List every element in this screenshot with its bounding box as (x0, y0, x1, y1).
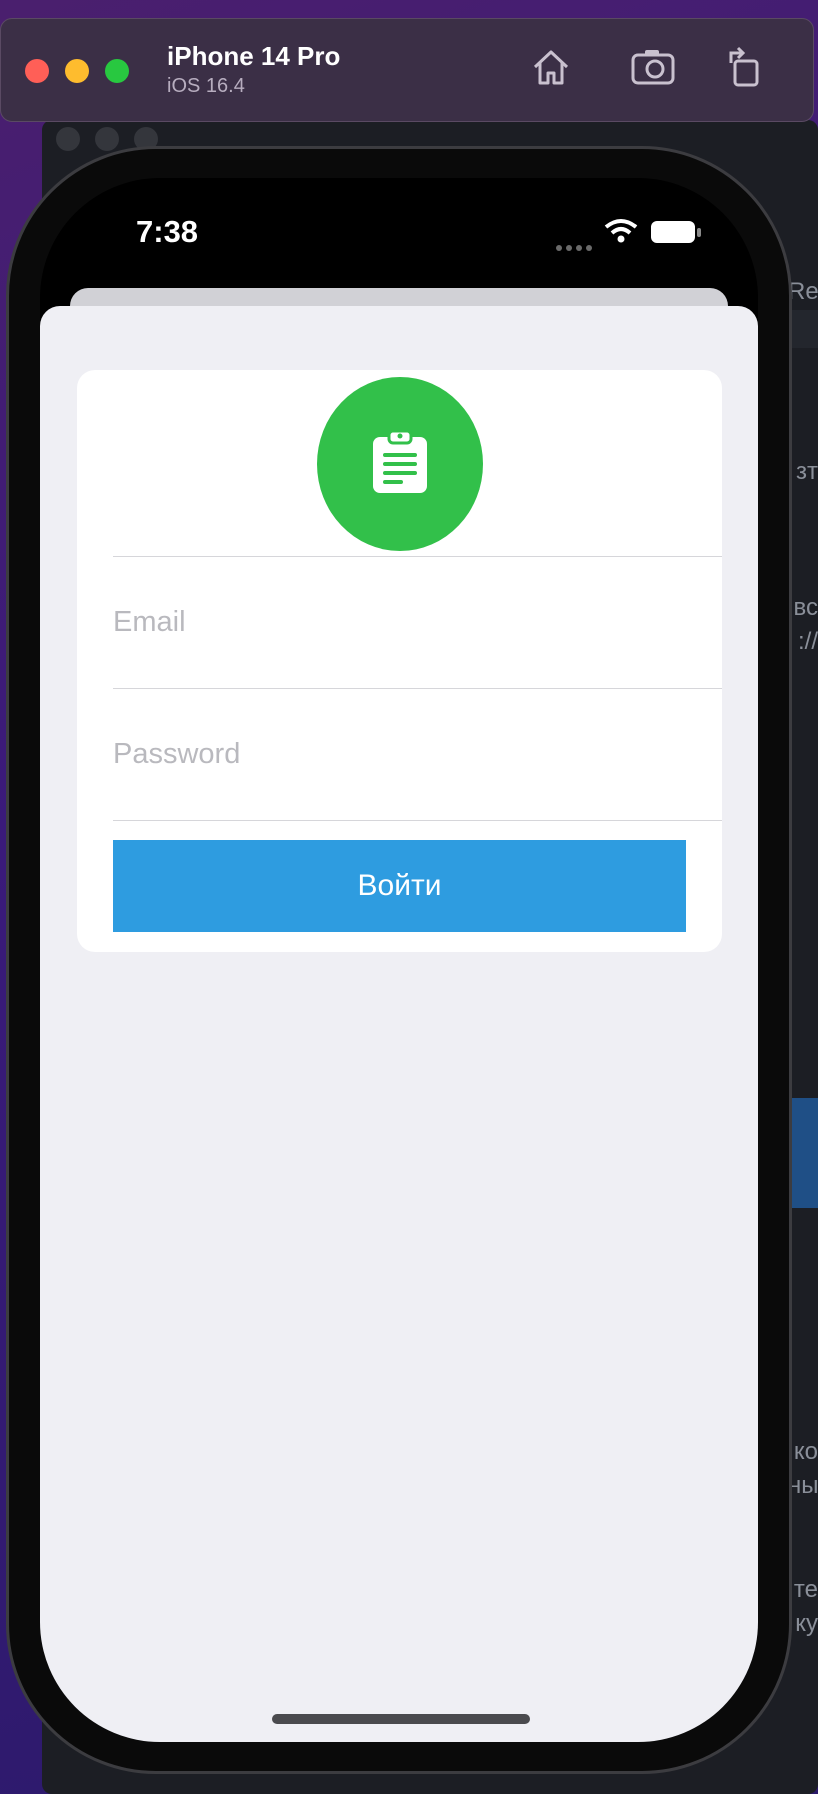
background-text: Re (788, 278, 818, 305)
email-field[interactable] (113, 592, 722, 652)
background-text: :// (797, 628, 818, 655)
background-text: ны (788, 1472, 818, 1499)
screenshot-icon[interactable] (629, 45, 675, 89)
minimize-window-button[interactable] (65, 59, 89, 83)
zoom-window-button[interactable] (105, 59, 129, 83)
phone-screen: 7:38 Войти (40, 178, 758, 1742)
background-highlight (788, 1098, 818, 1208)
divider (113, 688, 722, 689)
login-button[interactable]: Войти (113, 840, 686, 932)
divider (113, 556, 722, 557)
rotate-icon[interactable] (723, 45, 767, 89)
background-text: зт (796, 458, 818, 485)
password-field[interactable] (113, 724, 722, 784)
background-row (788, 310, 818, 348)
background-text: ку (795, 1610, 818, 1637)
background-text: те (793, 1576, 818, 1603)
login-sheet: Войти (40, 306, 758, 1742)
battery-icon (650, 220, 702, 251)
simulator-os-version: iOS 16.4 (167, 75, 245, 97)
status-time: 7:38 (136, 214, 199, 249)
simulator-toolbar: iPhone 14 Pro iOS 16.4 (0, 18, 814, 122)
login-card: Войти (77, 370, 722, 952)
clipboard-icon (373, 429, 427, 493)
divider (113, 820, 722, 821)
wifi-icon (604, 218, 638, 249)
cellular-icon (556, 238, 596, 256)
simulator-device-name: iPhone 14 Pro (167, 41, 341, 71)
home-indicator[interactable] (272, 1714, 530, 1724)
home-icon[interactable] (529, 45, 573, 89)
background-text: ко (793, 1438, 818, 1465)
dynamic-island (288, 211, 508, 273)
close-window-button[interactable] (25, 59, 49, 83)
app-logo (317, 377, 483, 551)
background-text: вс (793, 594, 818, 621)
